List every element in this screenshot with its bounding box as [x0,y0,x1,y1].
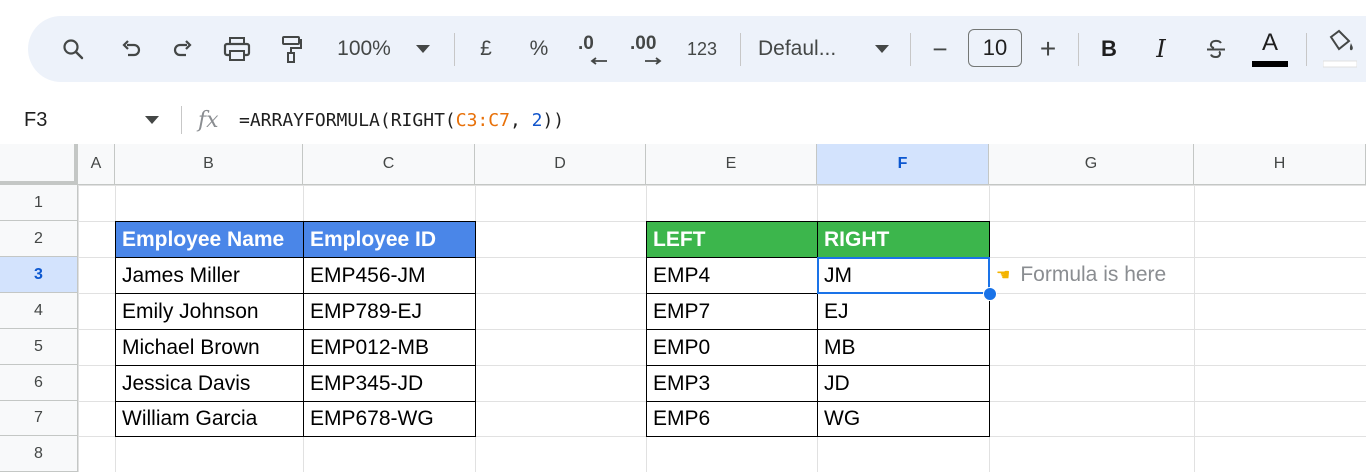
column-header-e[interactable]: E [646,144,817,185]
toolbar-divider [1078,33,1079,66]
text-color-button[interactable]: A [1250,16,1290,82]
formula-number: 2 [531,109,543,131]
table-cell[interactable]: EMP678-WG [303,401,476,437]
formula-input[interactable]: =ARRAYFORMULA(RIGHT(C3:C7, 2)) [239,97,564,143]
gridline [0,185,1366,186]
percent-format-button[interactable]: % [525,16,553,82]
formula-bar-divider [181,106,182,134]
pointing-hand-icon: ☚ [996,267,1011,284]
toolbar: 100% £ % .0 .00 123 Defaul... − 10 + B I… [28,16,1366,82]
table-cell[interactable]: EMP4 [646,257,818,294]
toolbar-divider [910,33,911,66]
chevron-down-icon[interactable] [410,16,436,82]
formula-range: C3:C7 [455,109,510,131]
column-header-g[interactable]: G [989,144,1194,185]
currency-format-button[interactable]: £ [472,16,500,82]
chevron-down-icon[interactable] [145,97,159,143]
bold-button[interactable]: B [1096,16,1122,82]
undo-icon[interactable] [114,16,148,82]
font-family-select[interactable]: Defaul... [758,16,858,82]
fx-icon: fx [198,107,219,133]
row-header-1[interactable]: 1 [0,185,78,221]
table-cell[interactable]: EMP6 [646,401,818,437]
table-header-cell[interactable]: RIGHT [817,221,990,258]
search-icon[interactable] [56,16,90,82]
table-cell[interactable]: EMP789-EJ [303,293,476,330]
chevron-down-icon[interactable] [870,16,894,82]
decrease-font-size-button[interactable]: − [926,16,954,82]
redo-icon[interactable] [166,16,200,82]
table-cell[interactable]: WG [817,401,990,437]
column-header-a[interactable]: A [78,144,115,185]
formula-bar: F3 fx =ARRAYFORMULA(RIGHT(C3:C7, 2)) [0,97,1366,143]
column-header-h[interactable]: H [1194,144,1366,185]
arrow-right-icon [645,57,662,65]
column-header-c[interactable]: C [303,144,475,185]
spreadsheet-grid[interactable]: A B C D E F G H 1 2 3 4 5 6 7 8 Employee Name Employee ID… [0,144,1366,472]
fill-color-icon[interactable] [1320,16,1360,82]
table-cell[interactable]: Michael Brown [115,329,304,366]
table-header-cell[interactable]: Employee Name [115,221,304,258]
toolbar-divider [740,33,741,66]
table-cell[interactable]: EMP012-MB [303,329,476,366]
gridline [78,144,79,472]
table-cell[interactable]: William Garcia [115,401,304,437]
table-cell[interactable]: JD [817,365,990,402]
increase-font-size-button[interactable]: + [1034,16,1062,82]
fill-handle[interactable] [983,287,997,301]
table-header-cell[interactable]: Employee ID [303,221,476,258]
toolbar-divider [454,33,455,66]
row-header-7[interactable]: 7 [0,401,78,436]
increase-decimal-label: .00 [630,33,657,54]
font-size-input[interactable]: 10 [968,29,1022,67]
gridline [1194,144,1195,472]
formula-suffix: )) [542,109,565,131]
increase-decimal-button[interactable]: .00 [628,16,672,82]
table-cell[interactable]: MB [817,329,990,366]
decrease-decimal-button[interactable]: .0 [574,16,614,82]
table-cell[interactable]: Jessica Davis [115,365,304,402]
select-all-corner[interactable] [0,144,78,185]
zoom-select[interactable]: 100% [328,16,400,82]
row-header-2[interactable]: 2 [0,221,78,257]
table-cell[interactable]: EJ [817,293,990,330]
table-cell[interactable]: JM [817,257,990,294]
decrease-decimal-label: .0 [578,33,594,54]
print-icon[interactable] [219,16,255,82]
column-header-f[interactable]: F [817,144,989,185]
table-cell[interactable]: EMP456-JM [303,257,476,294]
column-header-b[interactable]: B [115,144,303,185]
name-box[interactable]: F3 [24,97,47,143]
row-header-4[interactable]: 4 [0,293,78,329]
table-cell[interactable]: Emily Johnson [115,293,304,330]
italic-button[interactable]: I [1148,16,1174,82]
formula-separator: , [509,109,532,131]
text-color-swatch [1252,61,1288,67]
column-header-d[interactable]: D [475,144,646,185]
toolbar-divider [1306,33,1307,66]
row-header-6[interactable]: 6 [0,365,78,401]
table-header-cell[interactable]: LEFT [646,221,818,258]
table-cell[interactable]: EMP7 [646,293,818,330]
row-header-5[interactable]: 5 [0,329,78,365]
formula-note-text: Formula is here [1020,263,1167,286]
formula-note: ☚ Formula is here [996,257,1166,293]
arrow-left-icon [590,57,607,65]
paint-format-icon[interactable] [274,16,308,82]
table-cell[interactable]: James Miller [115,257,304,294]
formula-prefix: =ARRAYFORMULA(RIGHT( [239,109,456,131]
table-cell[interactable]: EMP3 [646,365,818,402]
text-color-label: A [1262,29,1279,56]
strikethrough-icon[interactable] [1202,16,1230,82]
table-cell[interactable]: EMP345-JD [303,365,476,402]
number-format-button[interactable]: 123 [680,16,724,82]
table-cell[interactable]: EMP0 [646,329,818,366]
row-header-3[interactable]: 3 [0,257,78,293]
row-header-8[interactable]: 8 [0,436,78,472]
